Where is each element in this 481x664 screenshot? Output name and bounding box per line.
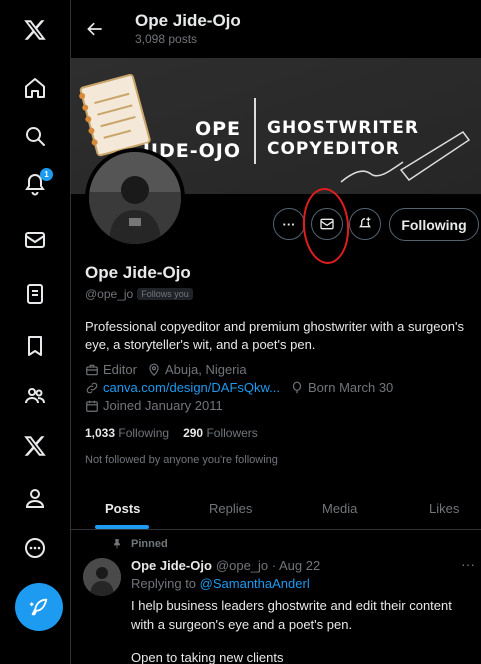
profile-location: Abuja, Nigeria [164, 362, 247, 377]
tab-posts[interactable]: Posts [105, 486, 140, 530]
profile-bio: Professional copyeditor and premium ghos… [85, 319, 464, 352]
home-icon[interactable] [0, 68, 70, 108]
annotation-circle [300, 186, 352, 266]
messages-icon[interactable] [0, 220, 70, 260]
pinned-label: Pinned [131, 538, 168, 550]
calendar-icon [86, 400, 98, 412]
communities-icon[interactable] [0, 376, 70, 416]
profile-profession: Editor [103, 362, 137, 377]
tab-media[interactable]: Media [322, 486, 357, 530]
more-icon[interactable] [0, 528, 70, 568]
followers-stat[interactable]: 290 Followers [183, 426, 258, 440]
tab-replies[interactable]: Replies [209, 486, 252, 530]
replying-to: Replying to @SamanthaAnderl [131, 576, 310, 591]
notification-badge: 1 [40, 168, 53, 181]
following-stat[interactable]: 1,033 Following [85, 426, 169, 440]
pin-icon [114, 539, 120, 549]
feather-icon [29, 598, 48, 616]
profile-joined: Joined January 2011 [103, 398, 223, 413]
x-logo-icon[interactable] [0, 10, 70, 50]
tweet-text: I help business leaders ghostwrite and e… [131, 598, 452, 632]
balloon-icon [292, 381, 302, 393]
bell-plus-icon [359, 217, 371, 228]
follows-you-badge: Follows you [137, 288, 193, 300]
tab-likes[interactable]: Likes [429, 486, 459, 530]
following-button[interactable]: Following [389, 208, 479, 241]
notify-button[interactable] [349, 208, 381, 240]
tweet-text-continued: Open to taking new clients [131, 650, 284, 664]
tweet-avatar[interactable] [83, 558, 121, 596]
active-tab-indicator [95, 525, 149, 529]
replying-to-link[interactable]: @SamanthaAnderl [200, 576, 310, 591]
tweet-more-button[interactable]: ··· [461, 556, 475, 572]
lists-icon[interactable] [0, 274, 70, 314]
tweet-meta: @ope_jo · Aug 22 [215, 558, 321, 573]
location-pin-icon [149, 363, 159, 376]
profile-icon[interactable] [0, 478, 70, 518]
search-icon[interactable] [0, 116, 70, 156]
banner-divider [254, 98, 256, 164]
profile-name: Ope Jide-Ojo [85, 263, 191, 282]
profile-main: Ope Jide-Ojo 3,098 posts OPE JIDE-OJO GH… [70, 0, 481, 664]
not-followed-note: Not followed by anyone you're following [85, 454, 278, 466]
tweet-author[interactable]: Ope Jide-Ojo [131, 558, 212, 573]
premium-x-icon[interactable] [0, 426, 70, 466]
profile-handle: @ope_jo [85, 287, 134, 301]
more-options-button[interactable]: ··· [273, 208, 305, 240]
profile-header-bar: Ope Jide-Ojo 3,098 posts [71, 0, 481, 58]
left-nav: 1 [0, 0, 70, 664]
briefcase-icon [86, 364, 98, 375]
bookmarks-icon[interactable] [0, 326, 70, 366]
back-arrow-icon[interactable] [75, 9, 115, 49]
profile-birthday: Born March 30 [308, 380, 394, 395]
notifications-icon[interactable]: 1 [0, 164, 70, 204]
header-name: Ope Jide-Ojo [135, 11, 241, 30]
compose-post-button[interactable] [15, 583, 63, 631]
profile-tabs: Posts Replies Media Likes [71, 486, 481, 530]
banner-role-text: GHOSTWRITER COPYEDITOR [267, 118, 419, 159]
link-icon [86, 382, 98, 393]
header-post-count: 3,098 posts [135, 32, 198, 46]
profile-avatar[interactable] [85, 148, 185, 248]
profile-website-link[interactable]: canva.com/design/DAFsQkw... [103, 380, 280, 395]
